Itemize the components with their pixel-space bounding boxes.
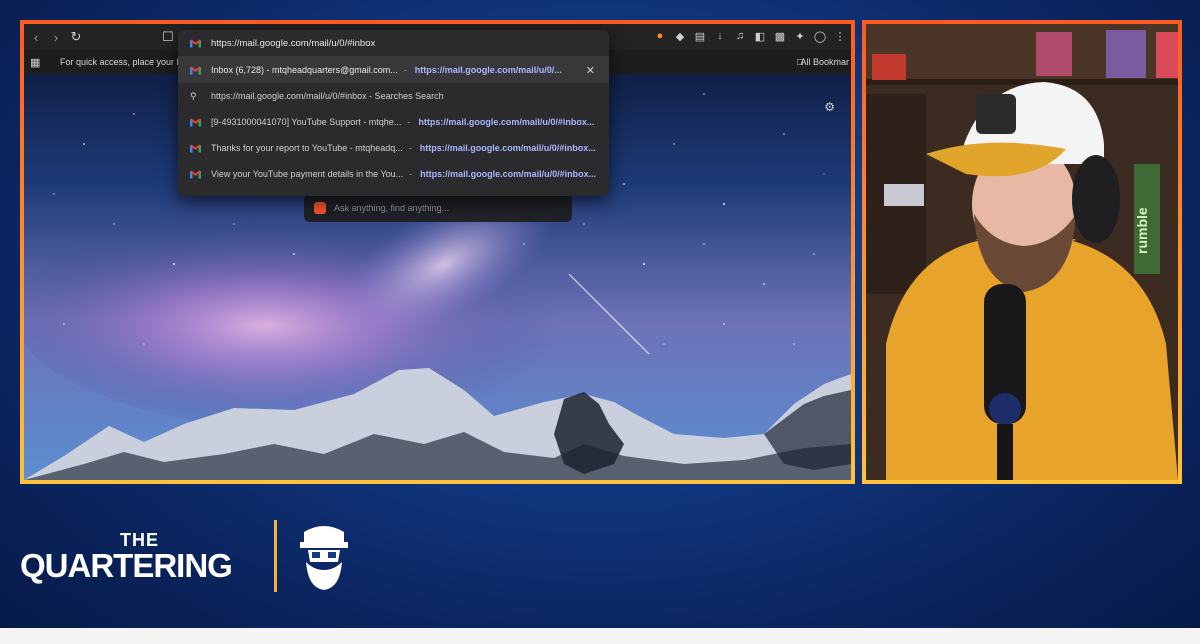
rumble-sign-text: rumble: [1134, 207, 1150, 254]
gmail-icon: [190, 144, 201, 152]
download-icon[interactable]: ↓: [713, 28, 727, 44]
suggestion-separator: -: [403, 65, 407, 75]
suggestion-text: [9-4931000041070] YouTube Support - mtqh…: [211, 117, 402, 127]
logo-divider: [274, 520, 277, 592]
shelf-item: [1156, 32, 1178, 78]
shelf-item: [1036, 32, 1072, 76]
suggestion-url: https://mail.google.com/mail/u/0/#inbox.…: [419, 143, 596, 153]
gear-icon[interactable]: ⚙: [824, 100, 835, 114]
toolbar-right-icons: ● ◆ ▤ ↓ ♫ ◧ ▩ ✦ ◯ ⋮: [653, 28, 847, 44]
all-bookmarks-link[interactable]: All Bookmar: [800, 57, 849, 67]
suggestion-item[interactable]: View your YouTube payment details in the…: [178, 161, 609, 187]
address-url: https://mail.google.com/mail/u/0/#inbox: [211, 37, 376, 49]
suggestion-text: Thanks for your report to YouTube - mtqh…: [211, 143, 403, 153]
reader-icon[interactable]: ▤: [693, 28, 707, 44]
sidebar-icon[interactable]: ◧: [753, 28, 767, 44]
suggestion-url: https://mail.google.com/mail/u/0/#inbox.…: [420, 169, 597, 179]
back-icon[interactable]: ‹: [26, 27, 46, 47]
extensions-icon[interactable]: ◆: [673, 28, 687, 44]
flag: [884, 184, 924, 206]
screen-share-frame: ‹ › ↻ ☐ ● ◆ ▤ ↓ ♫ ◧ ▩ ✦ ◯ ⋮ ▦ For quick …: [20, 20, 855, 484]
shield-icon[interactable]: ◯: [813, 28, 827, 44]
headphones: [1072, 155, 1120, 243]
suggestion-item[interactable]: [9-4931000041070] YouTube Support - mtqh…: [178, 109, 609, 135]
shelf-item: [872, 54, 906, 80]
webcam-frame: rumble: [862, 20, 1182, 484]
menu-icon[interactable]: ⋮: [833, 28, 847, 44]
suggestion-url: https://mail.google.com/mail/u/0/#inbox.…: [418, 117, 595, 127]
address-bar-dropdown: https://mail.google.com/mail/u/0/#inbox …: [178, 30, 609, 196]
gmail-icon: [190, 66, 201, 74]
leo-icon[interactable]: ✦: [793, 28, 807, 44]
logo-quartering: QUARTERING: [20, 547, 233, 584]
bookmark-icon[interactable]: ☐: [158, 27, 178, 47]
suggestion-separator: -: [408, 143, 412, 153]
new-tab-search-bar[interactable]: Ask anything, find anything...: [304, 194, 572, 222]
suggestion-item[interactable]: Inbox (6,728) - mtqheadquarters@gmail.co…: [178, 57, 609, 83]
close-icon[interactable]: ✕: [586, 64, 595, 77]
brave-logo-icon: [314, 202, 326, 214]
suggestion-separator: -: [407, 117, 411, 127]
suggestion-text: https://mail.google.com/mail/u/0/#inbox …: [211, 91, 444, 101]
brave-rewards-icon[interactable]: ●: [653, 28, 667, 44]
reload-icon[interactable]: ↻: [66, 27, 86, 47]
gmail-icon: [190, 118, 201, 126]
forward-icon[interactable]: ›: [46, 27, 66, 47]
suggestion-item[interactable]: ⚲ https://mail.google.com/mail/u/0/#inbo…: [178, 83, 609, 109]
media-icon[interactable]: ♫: [733, 28, 747, 44]
search-placeholder: Ask anything, find anything...: [334, 203, 450, 213]
microphone-logo: [989, 393, 1021, 425]
mascot-icon: [300, 526, 348, 590]
wallet-icon[interactable]: ▩: [773, 28, 787, 44]
gmail-icon: [190, 39, 201, 47]
address-bar[interactable]: https://mail.google.com/mail/u/0/#inbox: [178, 30, 609, 57]
suggestion-item[interactable]: Thanks for your report to YouTube - mtqh…: [178, 135, 609, 161]
gmail-icon: [190, 170, 201, 178]
shelf-item: [1106, 30, 1146, 78]
suggestion-url: https://mail.google.com/mail/u/0/...: [414, 65, 562, 75]
suggestion-separator: -: [409, 169, 413, 179]
apps-grid-icon[interactable]: ▦: [30, 56, 44, 69]
suggestion-text: View your YouTube payment details in the…: [211, 169, 404, 179]
the-quartering-logo: THE QUARTERING: [20, 512, 380, 602]
suggestion-text: Inbox (6,728) - mtqheadquarters@gmail.co…: [211, 65, 398, 75]
bottom-strip: [0, 628, 1200, 644]
search-icon: ⚲: [190, 90, 197, 101]
eagle-patch: [976, 94, 1016, 134]
streamer-webcam: rumble: [866, 24, 1178, 480]
